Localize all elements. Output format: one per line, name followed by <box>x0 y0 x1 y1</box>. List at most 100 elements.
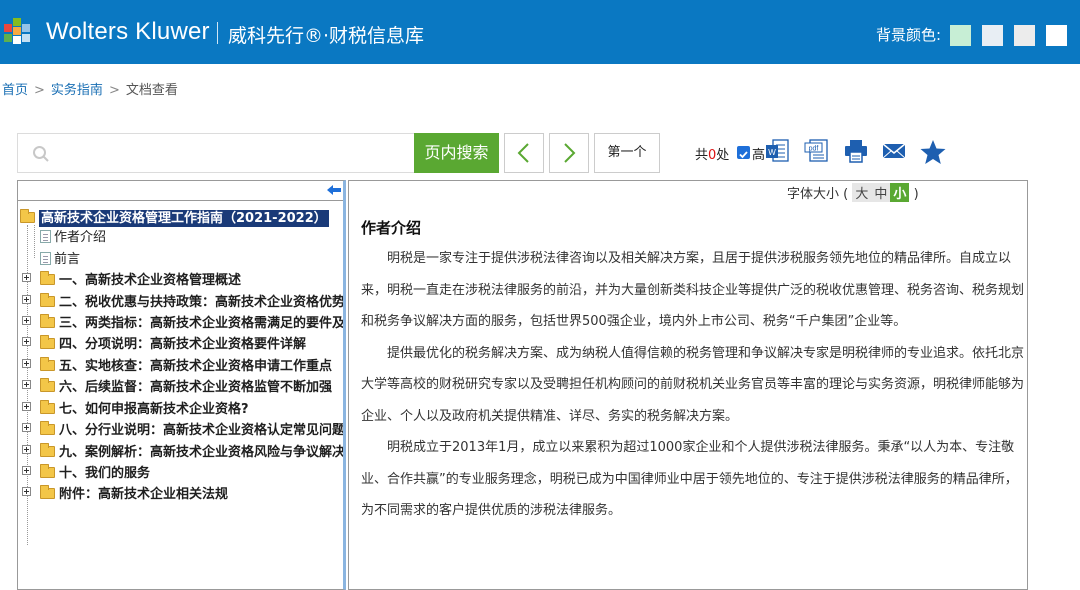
font-size-label: 字体大小 <box>787 187 840 202</box>
tree-root-node[interactable]: 高新技术企业资格管理工作指南（2021-2022） <box>20 207 329 227</box>
tree-chapter-item[interactable]: 四、分项说明：高新技术企业资格要件详解 <box>18 333 306 352</box>
tree-chapter-label: 九、案例解析：高新技术企业资格风险与争议解决 <box>59 445 346 460</box>
font-size-medium-button[interactable]: 中 <box>871 183 891 202</box>
article-body: 明税是一家专注于提供涉税法律咨询以及相关解决方案，且居于提供涉税服务领先地位的精… <box>361 243 1029 527</box>
checkmark-icon <box>739 151 748 159</box>
tree-chapter-label: 二、税收优惠与扶持政策：高新技术企业资格优势所 <box>59 295 346 310</box>
font-size-open-paren: ( <box>843 187 849 202</box>
font-size-large-button[interactable]: 大 <box>852 183 872 202</box>
previous-match-button[interactable] <box>504 133 544 173</box>
breadcrumb-guide-link[interactable]: 实务指南 <box>51 83 103 98</box>
tree-chapter-item[interactable]: 附件：高新技术企业相关法规 <box>18 483 228 502</box>
in-page-search-box <box>17 133 415 173</box>
document-icon <box>40 252 51 265</box>
tree-chapter-item[interactable]: 三、两类指标：高新技术企业资格需满足的要件及技 <box>18 312 346 331</box>
tree-chapter-item[interactable]: 二、税收优惠与扶持政策：高新技术企业资格优势所 <box>18 291 346 310</box>
tree-chapter-item[interactable]: 九、案例解析：高新技术企业资格风险与争议解决 <box>18 441 346 460</box>
tree-chapter-item[interactable]: 七、如何申报高新技术企业资格? <box>18 398 249 417</box>
folder-icon <box>40 485 55 499</box>
highlight-checkbox[interactable] <box>737 146 750 159</box>
font-size-control: 字体大小 ( 大中小 ) <box>787 183 919 202</box>
tree-guide-line <box>34 225 35 258</box>
article-paragraph: 明税成立于2013年1月，成立以来累积为超过1000家企业和个人提供涉税法律服务… <box>361 440 1018 518</box>
document-icon <box>40 230 51 243</box>
document-tree-panel: 高新技术企业资格管理工作指南（2021-2022） 作者介绍 前言 一、高新技术… <box>17 180 346 590</box>
brand-cn-name: 威科先行®·财税信息库 <box>228 25 425 47</box>
tree-chapter-item[interactable]: 八、分行业说明：高新技术企业资格认定常见问题 <box>18 419 346 438</box>
folder-icon <box>40 400 55 414</box>
in-page-search-button[interactable]: 页内搜索 <box>414 133 499 173</box>
breadcrumb-separator: > <box>108 83 120 98</box>
expand-toggle-icon[interactable] <box>22 445 31 454</box>
match-count-prefix: 共 <box>695 148 709 163</box>
collapse-panel-icon[interactable] <box>327 185 341 195</box>
background-color-label: 背景颜色: <box>876 26 942 44</box>
email-icon[interactable] <box>881 138 907 164</box>
svg-text:pdf: pdf <box>809 146 819 153</box>
expand-toggle-icon[interactable] <box>22 423 31 432</box>
first-match-button[interactable]: 第一个 <box>594 133 660 173</box>
tree-item-label: 作者介绍 <box>54 230 107 245</box>
tree-chapter-item[interactable]: 六、后续监督：高新技术企业资格监管不断加强 <box>18 376 332 395</box>
folder-icon <box>40 378 55 392</box>
search-icon <box>33 146 49 162</box>
bg-swatch-white[interactable] <box>1046 25 1067 46</box>
expand-toggle-icon[interactable] <box>22 316 31 325</box>
expand-toggle-icon[interactable] <box>22 466 31 475</box>
breadcrumb-current: 文档查看 <box>125 83 178 98</box>
expand-toggle-icon[interactable] <box>22 487 31 496</box>
print-icon[interactable] <box>843 138 869 164</box>
tree-chapter-label: 七、如何申报高新技术企业资格? <box>59 402 249 417</box>
tree-item-preface[interactable]: 前言 <box>40 248 80 267</box>
folder-icon <box>40 464 55 478</box>
article-paragraph: 明税是一家专注于提供涉税法律咨询以及相关解决方案，且居于提供涉税服务领先地位的精… <box>361 251 1025 329</box>
folder-icon <box>40 271 55 285</box>
tree-chapter-label: 三、两类指标：高新技术企业资格需满足的要件及技 <box>59 316 346 331</box>
font-size-close-paren: ) <box>913 187 919 202</box>
tree-chapter-item[interactable]: 一、高新技术企业资格管理概述 <box>18 269 241 288</box>
tree-chapter-label: 四、分项说明：高新技术企业资格要件详解 <box>59 337 307 352</box>
expand-toggle-icon[interactable] <box>22 295 31 304</box>
svg-text:W: W <box>768 148 776 157</box>
expand-toggle-icon[interactable] <box>22 380 31 389</box>
tree-chapter-item[interactable]: 十、我们的服务 <box>18 462 150 481</box>
favorite-star-icon[interactable] <box>919 138 947 166</box>
chevron-right-icon <box>564 143 576 163</box>
document-content-panel: 字体大小 ( 大中小 ) 作者介绍 明税是一家专注于提供涉税法律咨询以及相关解决… <box>348 180 1028 590</box>
brand-divider <box>217 22 218 44</box>
tree-root-label: 高新技术企业资格管理工作指南（2021-2022） <box>39 210 329 227</box>
breadcrumb-home-link[interactable]: 首页 <box>2 83 28 98</box>
tree-chapter-label: 十、我们的服务 <box>59 466 151 481</box>
expand-toggle-icon[interactable] <box>22 337 31 346</box>
tree-chapter-label: 一、高新技术企业资格管理概述 <box>59 273 242 288</box>
match-count-suffix: 处 <box>716 148 730 163</box>
bg-swatch-gray[interactable] <box>1014 25 1035 46</box>
expand-toggle-icon[interactable] <box>22 273 31 282</box>
brand-name: Wolters Kluwer <box>46 18 210 45</box>
article-paragraph: 提供最优化的税务解决方案、成为纳税人值得信赖的税务管理和争议解决专家是明税律师的… <box>361 345 1025 424</box>
tree-item-author-intro[interactable]: 作者介绍 <box>40 226 106 245</box>
tree-chapter-label: 六、后续监督：高新技术企业资格监管不断加强 <box>59 380 333 395</box>
expand-toggle-icon[interactable] <box>22 359 31 368</box>
match-count: 共0处 <box>695 144 729 163</box>
folder-icon <box>40 314 55 328</box>
breadcrumb-separator: > <box>34 83 45 98</box>
bg-swatch-blue[interactable] <box>982 25 1003 46</box>
folder-icon <box>40 421 55 435</box>
tree-chapter-label: 八、分行业说明：高新技术企业资格认定常见问题 <box>59 423 346 438</box>
tree-chapter-item[interactable]: 五、实地核查：高新技术企业资格申请工作重点 <box>18 355 332 374</box>
expand-toggle-icon[interactable] <box>22 402 31 411</box>
folder-icon <box>40 443 55 457</box>
word-icon[interactable]: W <box>764 138 790 164</box>
pdf-icon[interactable]: pdf <box>803 138 829 164</box>
app-header: Wolters Kluwer 威科先行®·财税信息库 背景颜色: <box>0 0 1080 64</box>
tree-chapter-label: 五、实地核查：高新技术企业资格申请工作重点 <box>59 359 333 374</box>
tree-chapter-label: 附件：高新技术企业相关法规 <box>59 487 229 502</box>
bg-swatch-green[interactable] <box>950 25 971 46</box>
search-input[interactable] <box>58 142 408 166</box>
font-size-small-button[interactable]: 小 <box>890 183 910 202</box>
tree-item-label: 前言 <box>54 252 81 267</box>
open-folder-icon <box>20 209 35 223</box>
folder-icon <box>40 357 55 371</box>
next-match-button[interactable] <box>549 133 589 173</box>
